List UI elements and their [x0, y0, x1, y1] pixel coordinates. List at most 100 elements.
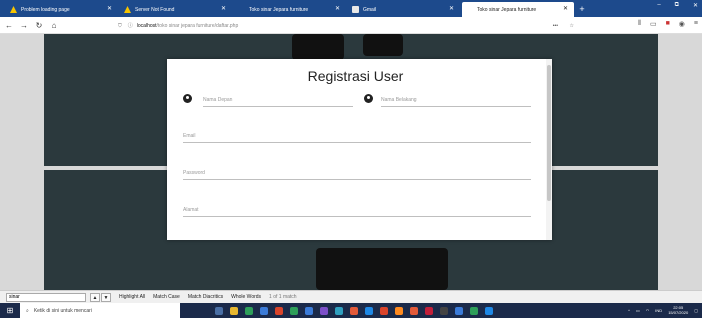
match-case-option[interactable]: Match Case [153, 294, 180, 300]
chevron-up-icon[interactable]: ^ [628, 308, 630, 313]
background-image-shape [363, 34, 403, 56]
app-icon[interactable] [485, 306, 493, 315]
bookmark-star-icon[interactable]: ☆ [570, 23, 574, 29]
password-field[interactable]: Password [183, 168, 531, 180]
clock[interactable]: 22:05 15/07/2020 [668, 305, 688, 315]
match-diacritics-option[interactable]: Match Diacritics [188, 294, 223, 300]
reload-icon[interactable]: ↻ [33, 21, 45, 30]
taskbar-apps [215, 306, 493, 315]
navigation-toolbar: ← → ↻ ⌂ ⛉ ⓘ localhost/toko sinar jepara … [0, 17, 702, 34]
account-icon[interactable]: ◉ [679, 20, 685, 28]
battery-icon[interactable]: ▭ [636, 308, 640, 313]
windows-start-icon[interactable]: ⊞ [0, 306, 20, 315]
app-icon[interactable] [290, 306, 298, 315]
first-name-field[interactable]: Nama Depan [203, 95, 353, 107]
user-icon [364, 94, 373, 103]
app-icon[interactable] [440, 306, 448, 315]
menu-icon[interactable]: ≡ [694, 20, 698, 28]
tab-toko-sinar-1[interactable]: Toko sinar Jepara furniture ✕ [234, 2, 346, 17]
highlight-all-option[interactable]: Highlight All [119, 294, 145, 300]
task-view-icon[interactable] [215, 306, 223, 315]
modal-scrollbar[interactable] [546, 59, 552, 240]
warning-icon [10, 6, 17, 13]
home-icon[interactable]: ⌂ [48, 21, 60, 30]
background-image-shape [292, 34, 344, 60]
app-icon[interactable] [260, 306, 268, 315]
file-explorer-icon[interactable] [230, 306, 238, 315]
tab-label: Problem loading page [21, 6, 70, 13]
app-icon[interactable] [350, 306, 358, 315]
new-tab-button[interactable]: + [576, 2, 588, 17]
info-icon: ⓘ [127, 23, 133, 29]
find-result-text: 1 of 1 match [269, 294, 297, 300]
app-icon[interactable] [470, 306, 478, 315]
email-field[interactable]: Email [183, 131, 531, 143]
sidebar-icon[interactable]: ▭ [650, 20, 657, 28]
page-actions-icon[interactable]: ••• [553, 23, 558, 29]
tab-toko-sinar-active[interactable]: Toko sinar Jepara furniture ✕ [462, 2, 574, 17]
close-tab-icon[interactable]: ✕ [449, 5, 454, 12]
window-controls: – ⧉ ✕ [657, 2, 698, 9]
search-placeholder: Ketik di sini untuk mencari [33, 307, 92, 314]
close-tab-icon[interactable]: ✕ [335, 5, 340, 12]
find-previous-button[interactable]: ▲ [90, 292, 100, 302]
find-next-button[interactable]: ▼ [101, 292, 111, 302]
modal-title: Registrasi User [307, 68, 404, 84]
tab-label: Toko sinar Jepara furniture [249, 6, 309, 13]
tab-label: Toko sinar Jepara furniture [477, 6, 537, 13]
whole-words-option[interactable]: Whole Words [231, 294, 261, 300]
app-icon[interactable] [365, 306, 373, 315]
extension-icon[interactable]: ■ [666, 20, 670, 28]
address-field[interactable]: Alamat [183, 205, 531, 217]
system-tray: ^ ▭ ◠ IND 22:05 15/07/2020 ▢ [628, 305, 698, 315]
tab-label: Server Not Found [135, 6, 175, 13]
background-image-shape [316, 248, 448, 290]
tab-server-not-found[interactable]: Server Not Found ✕ [120, 2, 232, 17]
tab-gmail[interactable]: Gmail ✕ [348, 2, 460, 17]
registration-modal: Registrasi User Nama Depan Nama Belakang… [167, 59, 552, 240]
last-name-field[interactable]: Nama Belakang [381, 95, 531, 107]
shield-icon: ⛉ [118, 22, 122, 29]
back-arrow-icon[interactable]: ← [3, 21, 15, 30]
notification-icon[interactable]: ▢ [694, 308, 698, 313]
user-icon [183, 94, 192, 103]
app-icon[interactable] [380, 306, 388, 315]
gmail-icon [352, 6, 359, 13]
app-icon[interactable] [320, 306, 328, 315]
library-icon[interactable]: ⫴ [638, 20, 641, 28]
windows-taskbar: ⊞ ⌕ Ketik di sini untuk mencari ^ ▭ ◠ IN… [0, 303, 702, 318]
minimize-icon[interactable]: – [657, 2, 660, 9]
taskbar-search[interactable]: ⌕ Ketik di sini untuk mencari [20, 303, 180, 318]
browser-tab-strip: Problem loading page ✕ Server Not Found ✕ … [0, 0, 702, 17]
app-icon[interactable] [335, 306, 343, 315]
app-icon[interactable] [425, 306, 433, 315]
forward-arrow-icon[interactable]: → [18, 21, 30, 30]
close-tab-icon[interactable]: ✕ [563, 5, 568, 12]
tab-problem-loading[interactable]: Problem loading page ✕ [6, 2, 118, 17]
page-icon [238, 6, 245, 13]
toolbar-right: ⫴ ▭ ■ ◉ ≡ [638, 20, 698, 28]
url-host: localhost [136, 22, 157, 29]
find-bar: ▲ ▼ Highlight All Match Case Match Diacr… [0, 290, 702, 303]
wifi-icon[interactable]: ◠ [646, 308, 650, 313]
close-window-icon[interactable]: ✕ [693, 2, 698, 9]
search-icon: ⌕ [26, 307, 29, 314]
find-input[interactable] [6, 292, 86, 302]
app-icon[interactable] [455, 306, 463, 315]
chrome-icon[interactable] [275, 306, 283, 315]
tab-label: Gmail [363, 6, 377, 13]
clock-date: 15/07/2020 [668, 310, 689, 315]
scrollbar-thumb[interactable] [547, 65, 551, 201]
app-icon[interactable] [245, 306, 253, 315]
app-icon[interactable] [305, 306, 313, 315]
page-icon [466, 6, 473, 13]
close-tab-icon[interactable]: ✕ [221, 5, 226, 12]
language-indicator[interactable]: IND [655, 308, 662, 313]
warning-icon [124, 6, 131, 13]
firefox-icon[interactable] [395, 306, 403, 315]
url-bar[interactable]: ⛉ ⓘ localhost/toko sinar jepara furnitur… [118, 19, 580, 32]
restore-icon[interactable]: ⧉ [675, 2, 679, 9]
close-tab-icon[interactable]: ✕ [107, 5, 112, 12]
url-path: /toko sinar jepara furniture/daftar.php [156, 22, 239, 29]
app-icon[interactable] [410, 306, 418, 315]
